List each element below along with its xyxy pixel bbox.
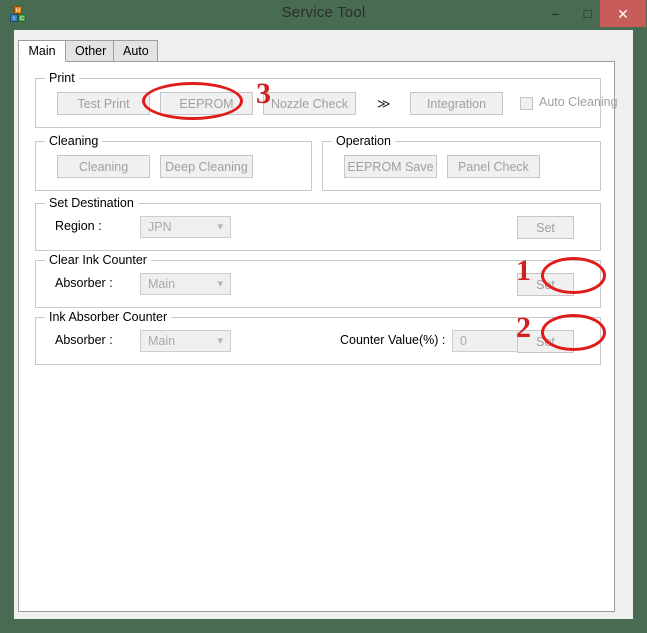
maximize-icon: □ xyxy=(583,6,592,21)
auto-cleaning-checkbox[interactable] xyxy=(520,97,533,110)
clear-ink-absorber-label: Absorber : xyxy=(55,276,113,290)
clear-ink-absorber-value: Main xyxy=(148,277,176,291)
group-ink-absorber-counter-label: Ink Absorber Counter xyxy=(45,310,172,324)
region-combobox[interactable]: JPN ▾ xyxy=(140,216,231,238)
eeprom-save-button[interactable]: EEPROM Save xyxy=(344,155,437,178)
group-cleaning: Cleaning Cleaning Deep Cleaning xyxy=(35,134,312,191)
counter-value-label: Counter Value(%) : xyxy=(340,333,446,347)
group-operation-label: Operation xyxy=(332,134,395,148)
chevron-down-icon: ▾ xyxy=(217,278,223,290)
ink-absorber-value: Main xyxy=(148,334,176,348)
tab-main[interactable]: Main xyxy=(18,40,66,62)
print-flow-arrows: ≫ xyxy=(377,96,391,111)
counter-value-value: 0 xyxy=(460,334,467,348)
auto-cleaning-label: Auto Cleaning xyxy=(539,95,618,109)
group-clear-ink-counter-label: Clear Ink Counter xyxy=(45,253,151,267)
ink-absorber-label: Absorber : xyxy=(55,333,113,347)
group-set-destination-label: Set Destination xyxy=(45,196,138,210)
annotation-number-1: 1 xyxy=(516,254,531,287)
integration-button[interactable]: Integration xyxy=(410,92,503,115)
minimize-button[interactable]: – xyxy=(540,0,571,27)
group-set-destination: Set Destination Region : JPN ▾ Set xyxy=(35,196,601,251)
client-area: Main Other Auto Print Test Print EEPROM … xyxy=(14,30,633,619)
minimize-icon: – xyxy=(551,6,560,21)
group-print-label: Print xyxy=(45,71,79,85)
close-icon: ✕ xyxy=(617,5,629,22)
eeprom-button[interactable]: EEPROM xyxy=(160,92,253,115)
group-cleaning-label: Cleaning xyxy=(45,134,103,148)
region-combobox-value: JPN xyxy=(148,220,172,234)
chevron-down-icon: ▾ xyxy=(217,335,223,347)
region-label: Region : xyxy=(55,219,102,233)
annotation-number-2: 2 xyxy=(516,311,531,344)
tab-other[interactable]: Other xyxy=(65,40,114,62)
maximize-button[interactable]: □ xyxy=(572,0,603,27)
close-button[interactable]: ✕ xyxy=(600,0,646,27)
deep-cleaning-button[interactable]: Deep Cleaning xyxy=(160,155,253,178)
test-print-button[interactable]: Test Print xyxy=(57,92,150,115)
service-tool-window: H I C Service Tool – □ ✕ Main Other Auto… xyxy=(0,0,647,633)
ink-absorber-combobox[interactable]: Main ▾ xyxy=(140,330,231,352)
set-destination-set-button[interactable]: Set xyxy=(517,216,574,239)
cleaning-button[interactable]: Cleaning xyxy=(57,155,150,178)
group-print: Print Test Print EEPROM Nozzle Check ≫ I… xyxy=(35,71,618,128)
tab-auto[interactable]: Auto xyxy=(113,40,158,62)
clear-ink-absorber-combobox[interactable]: Main ▾ xyxy=(140,273,231,295)
nozzle-check-button[interactable]: Nozzle Check xyxy=(263,92,356,115)
chevron-down-icon: ▾ xyxy=(217,221,223,233)
panel-check-button[interactable]: Panel Check xyxy=(447,155,540,178)
title-bar: H I C Service Tool – □ ✕ xyxy=(0,0,647,30)
annotation-number-3: 3 xyxy=(256,77,271,110)
group-operation: Operation EEPROM Save Panel Check xyxy=(322,134,601,191)
